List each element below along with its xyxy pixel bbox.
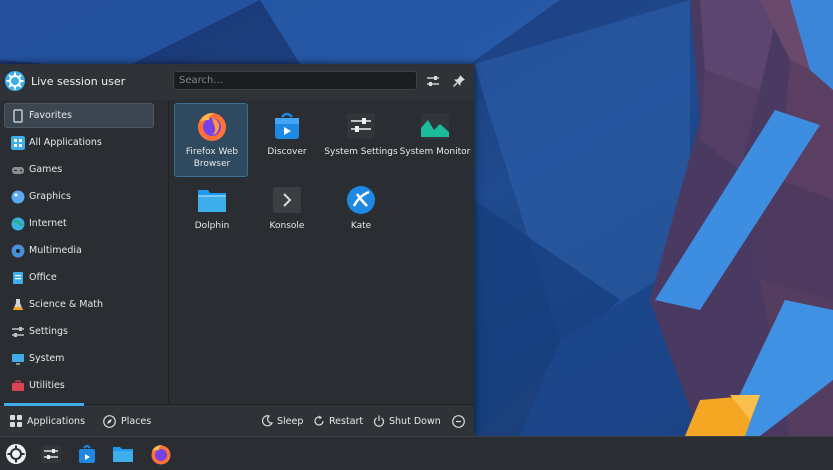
category-sidebar: Favorites All Applications Games Graphic… <box>0 100 166 404</box>
system-settings-icon <box>347 113 375 139</box>
taskbar-discover[interactable] <box>74 441 100 467</box>
category-label: System <box>29 353 65 364</box>
pin-button[interactable] <box>450 72 468 90</box>
category-system[interactable]: System <box>4 346 154 371</box>
category-office[interactable]: Office <box>4 265 154 290</box>
app-system-settings[interactable]: System Settings <box>323 103 398 177</box>
kde-user-avatar-icon[interactable] <box>4 70 26 92</box>
category-internet[interactable]: Internet <box>4 211 154 236</box>
app-konsole[interactable]: Konsole <box>249 177 323 251</box>
tab-places[interactable]: Places <box>103 411 151 431</box>
folder-icon <box>198 190 226 212</box>
category-graphics[interactable]: Graphics <box>4 184 154 209</box>
tab-applications-label: Applications <box>27 415 86 427</box>
user-name: Live session user <box>31 75 126 88</box>
sidebar-divider <box>168 100 169 404</box>
app-label: Dolphin <box>194 221 230 231</box>
sleep-button[interactable]: Sleep <box>261 411 303 431</box>
app-label: System Monitor <box>399 147 471 157</box>
app-dolphin[interactable]: Dolphin <box>174 177 248 251</box>
app-firefox[interactable]: Firefox Web Browser <box>174 103 248 177</box>
globe-icon <box>11 217 25 230</box>
app-label: Discover <box>267 147 307 157</box>
category-label: Multimedia <box>29 245 82 256</box>
taskbar <box>0 436 833 470</box>
document-icon <box>13 271 23 284</box>
taskbar-launcher-button[interactable] <box>3 441 29 467</box>
category-label: Office <box>29 272 57 283</box>
category-label: Science & Math <box>29 299 104 310</box>
tab-applications[interactable]: Applications <box>10 411 85 431</box>
monitor-icon <box>12 353 24 365</box>
app-label: Konsole <box>269 221 305 231</box>
configure-button[interactable] <box>424 72 442 90</box>
favorites-grid: Firefox Web Browser Discover System Sett… <box>172 100 472 404</box>
launcher-footer: Applications Places Sleep Restart Shut D… <box>0 403 474 437</box>
restart-icon <box>314 415 324 426</box>
app-discover[interactable]: Discover <box>249 103 323 177</box>
grid-icon <box>11 135 25 150</box>
shutdown-button[interactable]: Shut Down <box>373 411 441 431</box>
discover-icon <box>79 445 95 463</box>
taskbar-firefox[interactable] <box>148 441 174 467</box>
category-label: Games <box>29 164 63 175</box>
search-input[interactable] <box>173 71 417 90</box>
category-games[interactable]: Games <box>4 157 154 182</box>
category-label: Favorites <box>29 110 72 121</box>
gamepad-icon <box>12 166 24 174</box>
leave-more-button[interactable] <box>452 411 465 431</box>
app-label: Firefox Web Browser <box>185 147 239 169</box>
category-utilities[interactable]: Utilities <box>4 373 154 398</box>
category-science-math[interactable]: Science & Math <box>4 292 154 317</box>
app-label: Kate <box>350 221 372 231</box>
category-label: Utilities <box>29 380 65 391</box>
settings-icon <box>12 326 24 337</box>
pin-icon <box>453 75 465 87</box>
category-label: Graphics <box>29 191 71 202</box>
firefox-icon <box>198 113 226 141</box>
taskbar-system-settings[interactable] <box>38 441 64 467</box>
active-tab-indicator <box>4 403 84 406</box>
bookmark-icon <box>13 108 23 123</box>
category-label: Settings <box>29 326 68 337</box>
restart-button[interactable]: Restart <box>313 411 363 431</box>
flask-icon <box>13 298 23 310</box>
power-icon <box>373 415 385 427</box>
taskbar-dolphin[interactable] <box>110 441 136 467</box>
configure-icon <box>427 76 439 86</box>
discover-icon <box>275 112 299 139</box>
kate-icon <box>347 186 375 214</box>
application-launcher: Live session user Favorites A <box>0 64 474 437</box>
app-kate[interactable]: Kate <box>323 177 397 251</box>
category-favorites[interactable]: Favorites <box>4 103 154 128</box>
category-multimedia[interactable]: Multimedia <box>4 238 154 263</box>
category-label: Internet <box>29 218 67 229</box>
more-options-icon <box>452 414 465 428</box>
tab-places-label: Places <box>121 415 152 427</box>
media-icon <box>11 244 25 257</box>
category-label: All Applications <box>29 137 102 148</box>
kde-launcher-icon <box>6 444 26 464</box>
category-settings[interactable]: Settings <box>4 319 154 344</box>
sleep-label: Sleep <box>277 415 304 427</box>
system-monitor-icon <box>421 113 449 139</box>
firefox-icon <box>151 445 171 465</box>
restart-label: Restart <box>329 415 364 427</box>
folder-icon <box>113 447 133 462</box>
launcher-header: Live session user <box>0 64 474 100</box>
shutdown-label: Shut Down <box>389 415 441 427</box>
system-settings-icon <box>41 445 61 463</box>
app-system-monitor[interactable]: System Monitor <box>397 103 471 177</box>
compass-icon <box>103 414 116 428</box>
palette-icon <box>11 190 25 203</box>
app-label: System Settings <box>324 147 398 157</box>
toolbox-icon <box>12 379 24 391</box>
category-all-applications[interactable]: All Applications <box>4 130 154 155</box>
terminal-icon <box>273 187 301 213</box>
sleep-icon <box>261 415 273 427</box>
grid-icon <box>10 415 22 427</box>
